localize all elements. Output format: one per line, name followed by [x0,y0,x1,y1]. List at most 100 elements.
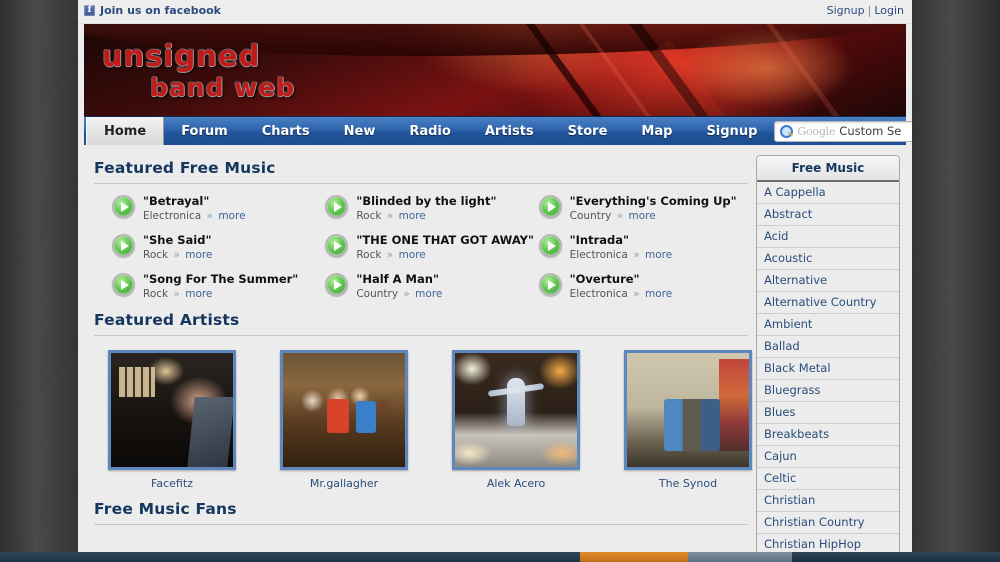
chevron-icon: » [633,249,640,261]
genre-item[interactable]: A Cappella [757,182,899,204]
genre-item[interactable]: Black Metal [757,358,899,380]
genre-item[interactable]: Cajun [757,446,899,468]
track-item: "THE ONE THAT GOT AWAY" Rock » more [325,233,534,262]
track-meta: "THE ONE THAT GOT AWAY" Rock » more [356,233,534,262]
track-subline: Country » more [356,287,442,301]
play-icon[interactable] [325,273,349,296]
track-subline: Country » more [570,209,737,223]
chevron-icon: » [173,288,180,300]
track-title[interactable]: "Overture" [570,272,673,286]
track-genre[interactable]: Rock [143,288,168,300]
track-genre[interactable]: Electronica [143,210,201,222]
genre-item[interactable]: Blues [757,402,899,424]
genre-item[interactable]: Acoustic [757,248,899,270]
track-more-link[interactable]: more [645,249,672,261]
window-left-edge [0,0,78,562]
nav-item-forum[interactable]: Forum [164,117,245,145]
nav-item-radio[interactable]: Radio [392,117,467,145]
genre-item[interactable]: Acid [757,226,899,248]
genre-item[interactable]: Breakbeats [757,424,899,446]
artist-photo[interactable] [108,350,236,470]
track-genre[interactable]: Country [570,210,612,222]
track-title[interactable]: "Betrayal" [143,194,246,208]
track-more-link[interactable]: more [645,288,672,300]
play-icon[interactable] [112,195,135,218]
play-icon[interactable] [538,234,562,257]
nav-item-store[interactable]: Store [551,117,625,145]
genre-item[interactable]: Ambient [757,314,899,336]
taskbar-segment [792,552,1000,562]
track-genre[interactable]: Rock [143,249,168,261]
track-title[interactable]: "Intrada" [570,233,673,247]
genre-item[interactable]: Abstract [757,204,899,226]
track-more-link[interactable]: more [399,210,426,222]
track-meta: "Everything's Coming Up" Country » more [570,194,737,223]
track-title[interactable]: "Half A Man" [356,272,442,286]
artist-photo[interactable] [624,350,752,470]
facebook-link[interactable]: f Join us on facebook [84,4,221,17]
genre-item[interactable]: Alternative Country [757,292,899,314]
genre-item[interactable]: Christian [757,490,899,512]
signup-link[interactable]: Signup [827,4,865,17]
genre-item[interactable]: Christian HipHop [757,534,899,552]
track-more-link[interactable]: more [415,288,442,300]
artist-name[interactable]: Alek Acero [452,477,580,490]
nav-item-charts[interactable]: Charts [245,117,327,145]
track-genre[interactable]: Electronica [570,288,628,300]
track-more-link[interactable]: more [185,288,212,300]
play-icon[interactable] [538,195,562,218]
track-more-link[interactable]: more [629,210,656,222]
logo-line-2: band web [150,73,296,102]
artist-card: Facefitz [108,350,236,490]
genre-item[interactable]: Ballad [757,336,899,358]
track-genre[interactable]: Country [356,288,398,300]
section-divider [94,524,748,525]
genre-item[interactable]: Bluegrass [757,380,899,402]
track-item: "Blinded by the light" Rock » more [325,194,534,223]
artist-card: Alek Acero [452,350,580,490]
google-brand-label: Google [797,124,836,138]
track-more-link[interactable]: more [399,249,426,261]
track-title[interactable]: "Blinded by the light" [356,194,496,208]
track-genre[interactable]: Rock [356,210,381,222]
nav-item-map[interactable]: Map [624,117,689,145]
track-title[interactable]: "Everything's Coming Up" [570,194,737,208]
nav-item-home[interactable]: Home [86,117,165,145]
track-subline: Rock » more [356,209,496,223]
section-divider [94,335,748,336]
genre-item[interactable]: Alternative [757,270,899,292]
artist-name[interactable]: Mr.gallagher [280,477,408,490]
artist-name[interactable]: Facefitz [108,477,236,490]
chevron-icon: » [206,210,213,222]
track-genre[interactable]: Electronica [570,249,628,261]
artist-photo[interactable] [452,350,580,470]
artist-photo[interactable] [280,350,408,470]
play-icon[interactable] [538,273,562,296]
nav-item-signup[interactable]: Signup [689,117,774,145]
play-icon[interactable] [112,273,135,296]
track-item: "Song For The Summer" Rock » more [112,272,321,301]
os-taskbar[interactable] [0,552,1000,562]
track-more-link[interactable]: more [185,249,212,261]
nav-item-artists[interactable]: Artists [468,117,551,145]
genre-item[interactable]: Christian Country [757,512,899,534]
taskbar-item[interactable] [688,552,792,562]
play-icon[interactable] [112,234,135,257]
track-genre[interactable]: Rock [356,249,381,261]
play-icon[interactable] [325,195,349,218]
track-meta: "Song For The Summer" Rock » more [143,272,298,301]
track-more-link[interactable]: more [218,210,245,222]
window-right-edge [912,0,1000,562]
track-title[interactable]: "THE ONE THAT GOT AWAY" [356,233,534,247]
search-input[interactable]: Google Custom Se [774,120,912,142]
genre-item[interactable]: Celtic [757,468,899,490]
track-subline: Rock » more [143,248,212,262]
track-title[interactable]: "She Said" [143,233,212,247]
track-title[interactable]: "Song For The Summer" [143,272,298,286]
nav-item-new[interactable]: New [327,117,393,145]
artist-name[interactable]: The Synod [624,477,752,490]
taskbar-active-item[interactable] [580,552,688,562]
page-body: Featured Free Music "Betrayal" Electronic… [84,145,906,552]
play-icon[interactable] [325,234,349,257]
login-link[interactable]: Login [874,4,904,17]
